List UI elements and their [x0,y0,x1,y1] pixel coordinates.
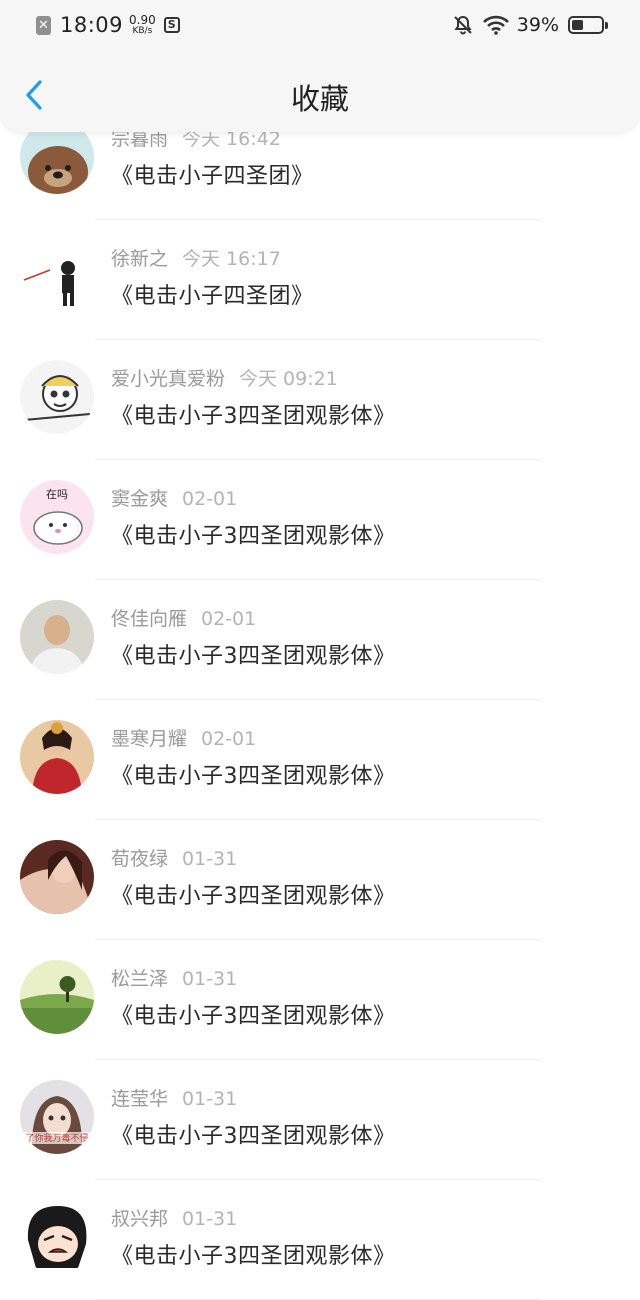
item-time: 01-31 [182,848,238,870]
item-time: 02-01 [201,728,257,750]
item-meta: 松兰泽 01-31 [111,964,237,991]
item-title: 《电击小子3四圣团观影体》 [111,644,396,669]
item-title: 《电击小子3四圣团观影体》 [111,764,396,789]
favorite-item[interactable]: 叔兴邦 01-31 《电击小子3四圣团观影体》 [0,1180,640,1300]
author-name: 徐新之 [111,248,169,270]
item-title: 《电击小子3四圣团观影体》 [111,884,396,909]
avatar[interactable] [20,840,94,914]
app-s-icon: S [163,17,180,33]
battery-percent: 39% [516,14,559,36]
nav-bar: 收藏 [0,54,640,132]
network-speed: 0.90 KB/s [129,14,156,36]
favorite-item[interactable]: 佟佳向雁 02-01 《电击小子3四圣团观影体》 [0,580,640,700]
item-meta: 墨寒月耀 02-01 [111,724,256,751]
avatar[interactable] [20,720,94,794]
item-meta: 荀夜绿 01-31 [111,844,237,871]
item-title: 《电击小子四圣团》 [111,164,314,189]
battery-icon [568,16,608,34]
avatar-image [20,840,94,914]
favorite-item[interactable]: 墨寒月耀 02-01 《电击小子3四圣团观影体》 [0,700,640,820]
favorite-item[interactable]: 爱小光真爱粉 今天 09:21 《电击小子3四圣团观影体》 [0,340,640,460]
wifi-icon [482,15,509,35]
bell-muted-icon [454,15,472,35]
avatar-caption: 了你我万毒不侵 [25,1132,88,1144]
item-meta: 佟佳向雁 02-01 [111,604,256,631]
item-meta: 爱小光真爱粉 今天 09:21 [111,364,338,391]
favorite-item[interactable]: 松兰泽 01-31 《电击小子3四圣团观影体》 [0,940,640,1060]
author-name: 叔兴邦 [111,1208,169,1230]
avatar-image [20,720,94,794]
author-name: 窦金爽 [111,488,169,510]
author-name: 连莹华 [111,1088,169,1110]
avatar-image: 了你我万毒不侵 [20,1080,94,1154]
avatar[interactable] [20,240,94,314]
item-time: 今天 09:21 [239,368,338,390]
item-title: 《电击小子3四圣团观影体》 [111,1124,396,1149]
avatar-image [20,600,94,674]
favorite-item[interactable]: 了你我万毒不侵 连莹华 01-31 《电击小子3四圣团观影体》 [0,1060,640,1180]
item-meta: 窦金爽 02-01 [111,484,237,511]
item-meta: 叔兴邦 01-31 [111,1204,237,1231]
battery-level [572,20,583,30]
avatar[interactable] [20,360,94,434]
item-title: 《电击小子3四圣团观影体》 [111,404,396,429]
avatar[interactable]: 在吗 [20,480,94,554]
item-title: 《电击小子四圣团》 [111,284,314,309]
author-name: 荀夜绿 [111,848,169,870]
page-title: 收藏 [290,82,349,116]
author-name: 佟佳向雁 [111,608,188,630]
avatar-image [20,240,94,314]
avatar-image [20,1200,94,1274]
favorite-item[interactable]: 徐新之 今天 16:17 《电击小子四圣团》 [0,220,640,340]
close-notification-icon: ✕ [36,15,51,35]
avatar-image [20,960,94,1034]
item-time: 02-01 [182,488,238,510]
item-time: 01-31 [182,1208,238,1230]
status-time: 18:09 [60,13,124,37]
author-name: 墨寒月耀 [111,728,188,750]
item-time: 01-31 [182,1088,238,1110]
avatar[interactable] [20,1200,94,1274]
item-time: 02-01 [201,608,257,630]
author-name: 爱小光真爱粉 [111,368,226,390]
item-title: 《电击小子3四圣团观影体》 [111,1244,396,1269]
avatar-image: 在吗 [20,480,94,554]
avatar[interactable] [20,600,94,674]
favorite-item[interactable]: 在吗 窦金爽 02-01 《电击小子3四圣团观影体》 [0,460,640,580]
item-meta: 徐新之 今天 16:17 [111,244,281,271]
avatar[interactable]: 了你我万毒不侵 [20,1080,94,1154]
item-time: 今天 16:17 [182,248,281,270]
status-bar: ✕ 18:09 0.90 KB/s S 39% [0,0,640,54]
favorites-list: 宗暮雨 今天 16:42 《电击小子四圣团》 徐新之 今天 16:17 《电击小子四圣团》… [0,100,640,1300]
avatar-image [20,360,94,434]
favorite-item[interactable]: 荀夜绿 01-31 《电击小子3四圣团观影体》 [0,820,640,940]
item-title: 《电击小子3四圣团观影体》 [111,524,396,549]
avatar-caption: 在吗 [46,488,68,501]
network-speed-unit: KB/s [132,26,153,36]
avatar[interactable] [20,960,94,1034]
network-speed-value: 0.90 [129,13,156,27]
item-meta: 连莹华 01-31 [111,1084,237,1111]
item-title: 《电击小子3四圣团观影体》 [111,1004,396,1029]
author-name: 松兰泽 [111,968,169,990]
item-time: 01-31 [182,968,238,990]
